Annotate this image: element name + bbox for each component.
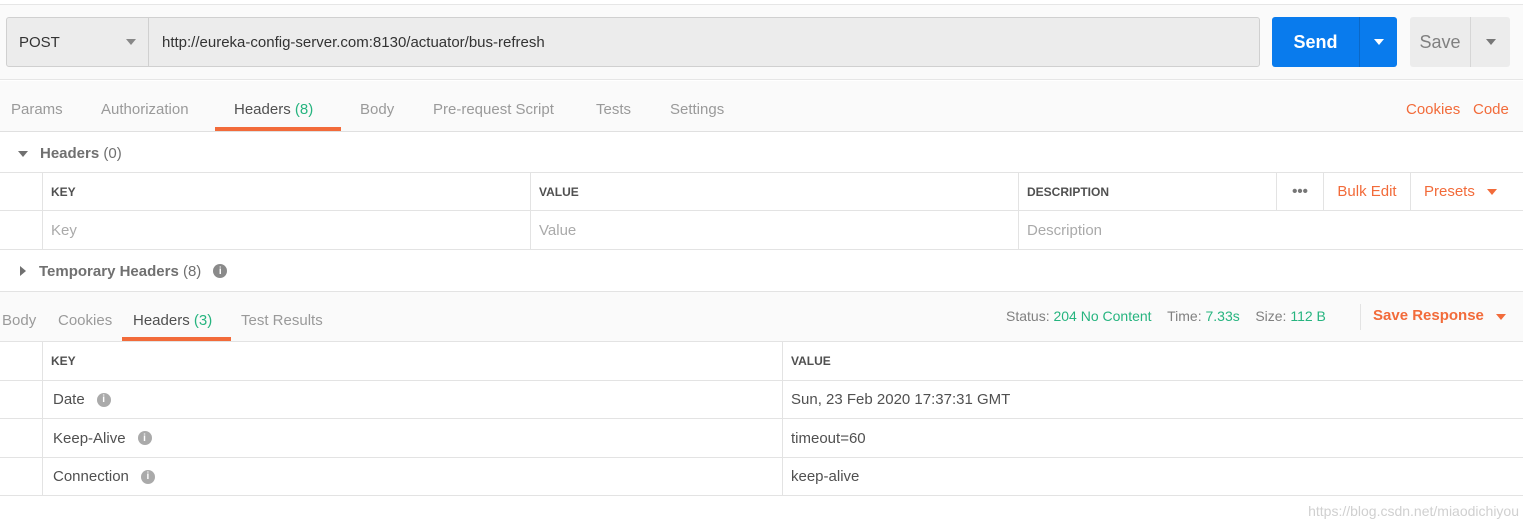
bulk-edit-button[interactable]: Bulk Edit xyxy=(1323,173,1410,210)
section-count: (8) xyxy=(182,262,202,280)
size-label: Size: xyxy=(1255,308,1287,324)
chevron-down-icon xyxy=(126,39,136,45)
tab-test-results[interactable]: Test Results xyxy=(241,292,323,342)
section-title: Headers xyxy=(40,145,100,162)
section-count: (0) xyxy=(103,145,122,162)
column-key: KEY xyxy=(42,342,782,380)
table-row: Connection i keep-alive xyxy=(0,458,1523,496)
header-key: Date i xyxy=(42,381,782,418)
tab-pre-request-script[interactable]: Pre-request Script xyxy=(433,81,554,131)
header-key: Keep-Alive i xyxy=(42,419,782,457)
tab-label: Headers xyxy=(133,312,190,329)
chevron-down-icon xyxy=(1373,39,1384,45)
caret-down-icon xyxy=(18,150,28,157)
chevron-down-icon xyxy=(1496,314,1507,320)
tab-response-headers[interactable]: Headers (3) xyxy=(133,292,212,342)
tab-headers[interactable]: Headers (8) xyxy=(234,81,313,131)
tab-label: Headers xyxy=(234,101,291,118)
send-button[interactable]: Send xyxy=(1272,17,1360,67)
size-value: 112 B xyxy=(1290,308,1326,324)
tab-authorization[interactable]: Authorization xyxy=(101,81,189,131)
more-options-button[interactable]: ••• xyxy=(1276,173,1323,210)
active-tab-indicator xyxy=(122,337,231,341)
key-text: Keep-Alive xyxy=(53,429,126,447)
table-row: Date i Sun, 23 Feb 2020 17:37:31 GMT xyxy=(0,381,1523,419)
tab-settings[interactable]: Settings xyxy=(670,81,724,131)
tab-body[interactable]: Body xyxy=(360,81,394,131)
header-value: timeout=60 xyxy=(782,419,1523,457)
watermark: https://blog.csdn.net/miaodichiyou xyxy=(1308,503,1519,519)
chevron-down-icon xyxy=(1485,39,1496,45)
headers-empty-row: Key Value Description xyxy=(0,211,1523,250)
info-icon[interactable]: i xyxy=(96,392,111,407)
temporary-headers-toggle[interactable]: Temporary Headers (8) i xyxy=(0,251,1523,291)
column-value: VALUE xyxy=(530,173,1018,210)
chevron-down-icon xyxy=(1486,188,1497,195)
tab-response-body[interactable]: Body xyxy=(2,292,36,342)
info-icon[interactable]: i xyxy=(137,431,152,445)
column-value: VALUE xyxy=(782,342,1523,380)
key-text: Connection xyxy=(53,468,129,485)
response-tabs: Body Cookies Headers (3) Test Results St… xyxy=(0,291,1523,342)
caret-right-icon xyxy=(20,266,26,276)
tab-tests[interactable]: Tests xyxy=(596,81,631,131)
save-response-label: Save Response xyxy=(1373,307,1484,324)
response-meta: Status: 204 No Content Time: 7.33s Size:… xyxy=(1006,292,1326,342)
send-button-group: Send xyxy=(1272,17,1397,67)
method-value: POST xyxy=(19,33,60,51)
key-text: Date xyxy=(53,391,85,408)
headers-section-toggle[interactable]: Headers (0) xyxy=(0,135,1523,172)
tab-params[interactable]: Params xyxy=(11,81,63,131)
tab-count: (3) xyxy=(193,312,213,329)
key-input[interactable]: Key xyxy=(42,211,530,249)
code-link[interactable]: Code xyxy=(1473,81,1509,131)
column-description: DESCRIPTION xyxy=(1018,173,1276,210)
section-title: Temporary Headers xyxy=(39,262,179,280)
description-input[interactable]: Description xyxy=(1018,211,1523,249)
status-value: 204 No Content xyxy=(1053,308,1152,324)
response-headers-table-header: KEY VALUE xyxy=(0,342,1523,381)
presets-label: Presets xyxy=(1424,183,1475,200)
presets-dropdown[interactable]: Presets xyxy=(1410,173,1523,210)
url-input[interactable]: http://eureka-config-server.com:8130/act… xyxy=(148,17,1260,67)
save-dropdown[interactable] xyxy=(1471,17,1510,67)
divider xyxy=(1360,304,1361,330)
column-key: KEY xyxy=(42,173,530,210)
status-label: Status: xyxy=(1006,308,1050,324)
request-tabs: Params Authorization Headers (8) Body Pr… xyxy=(0,81,1523,132)
send-dropdown[interactable] xyxy=(1360,17,1397,67)
header-value: Sun, 23 Feb 2020 17:37:31 GMT xyxy=(782,381,1523,418)
time-value: 7.33s xyxy=(1205,308,1240,324)
save-button[interactable]: Save xyxy=(1410,17,1471,67)
tab-count: (8) xyxy=(294,101,314,118)
headers-table-header: KEY VALUE DESCRIPTION ••• Bulk Edit Pres… xyxy=(0,172,1523,211)
save-response-button[interactable]: Save Response xyxy=(1373,292,1507,342)
time-label: Time: xyxy=(1167,308,1202,324)
tab-response-cookies[interactable]: Cookies xyxy=(58,292,112,342)
save-button-group: Save xyxy=(1410,17,1510,67)
active-tab-indicator xyxy=(215,127,341,131)
header-key: Connection i xyxy=(42,458,782,495)
header-value: keep-alive xyxy=(782,458,1523,495)
table-row: Keep-Alive i timeout=60 xyxy=(0,419,1523,458)
info-icon[interactable]: i xyxy=(213,264,228,278)
cookies-link[interactable]: Cookies xyxy=(1406,81,1460,131)
value-input[interactable]: Value xyxy=(530,211,1018,249)
method-select[interactable]: POST xyxy=(6,17,149,67)
info-icon[interactable]: i xyxy=(140,469,155,484)
